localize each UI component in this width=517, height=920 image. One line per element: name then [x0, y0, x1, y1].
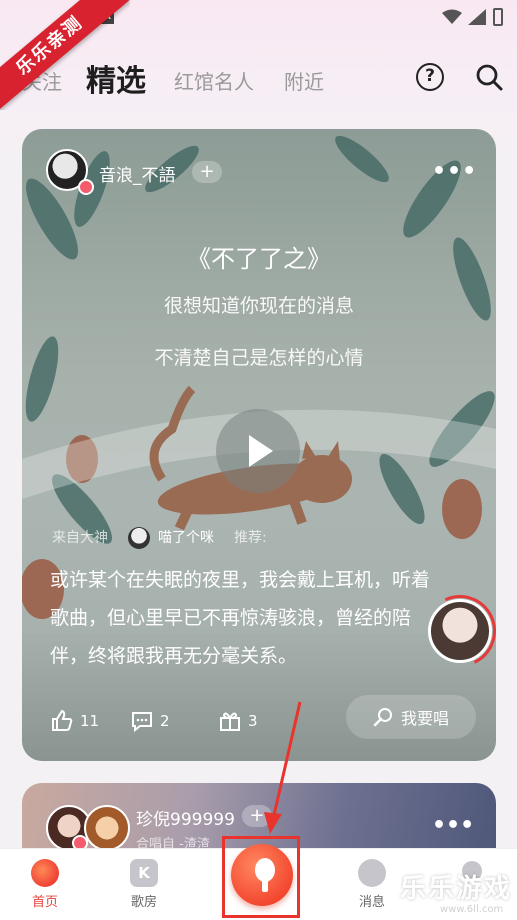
comment-button[interactable]: 2: [130, 709, 170, 733]
k-room-icon: K: [130, 859, 158, 887]
singer-avatar[interactable]: [428, 599, 492, 663]
watermark-text: 乐乐游戏: [400, 874, 513, 904]
partner-avatar[interactable]: [84, 805, 130, 851]
nav-rooms-label: 歌房: [130, 895, 157, 910]
post-description: 或许某个在失眠的夜里，我会戴上耳机，听着歌曲，但心里早已不再惊涛骇浪，曾经的陪伴…: [50, 569, 431, 667]
thumbs-up-icon: [52, 709, 73, 731]
wifi-icon: [442, 9, 462, 24]
microphone-icon: [373, 708, 392, 727]
record-button[interactable]: [231, 844, 293, 906]
play-icon: [249, 435, 273, 467]
comment-count: 2: [160, 712, 170, 730]
nav-home[interactable]: 首页: [5, 849, 85, 910]
search-icon[interactable]: [474, 62, 504, 92]
recommend-suffix: 推荐:: [234, 530, 267, 546]
like-button[interactable]: 11: [50, 709, 99, 733]
feed-card[interactable]: 音浪_不語 + ••• 《不了了之》 很想知道你现在的消息 不清楚自己是怎样的心…: [22, 129, 496, 761]
gift-icon: [220, 712, 240, 731]
nav-home-label: 首页: [31, 895, 58, 910]
recommender-name[interactable]: 喵了个咪: [158, 527, 214, 547]
comment-icon: [132, 712, 152, 733]
record-button-highlight[interactable]: [222, 836, 300, 918]
follow-button[interactable]: +: [192, 161, 222, 183]
sing-label: 我要唱: [400, 709, 449, 728]
author-name[interactable]: 音浪_不語: [99, 161, 176, 186]
corner-ribbon: 乐乐亲测: [0, 0, 130, 110]
sing-button[interactable]: 我要唱: [346, 695, 476, 739]
lyric-line-1: 很想知道你现在的消息: [163, 295, 354, 317]
help-icon[interactable]: ?: [416, 63, 444, 91]
microphone-stem: [262, 880, 268, 892]
like-count: 11: [80, 712, 100, 730]
more-icon[interactable]: •••: [432, 159, 477, 184]
recommend-prefix: 来自大神: [52, 530, 108, 546]
tab-celebrities[interactable]: 红馆名人: [174, 66, 254, 95]
nav-rooms[interactable]: K 歌房: [104, 849, 184, 910]
watermark-url: www.6ll.com: [440, 904, 504, 915]
message-icon: [358, 859, 386, 887]
microphone-icon: [255, 858, 275, 882]
gift-count: 3: [248, 712, 258, 730]
planet-icon: [31, 859, 59, 887]
signal-icon: [468, 9, 486, 25]
lyric-line-2: 不清楚自己是怎样的心情: [154, 347, 364, 369]
author-name-2[interactable]: 珍倪999999: [136, 805, 235, 830]
follow-button-2[interactable]: +: [242, 805, 272, 827]
vip-badge-icon: [78, 179, 94, 195]
more-icon-2[interactable]: •••: [432, 813, 474, 838]
song-title: 《不了了之》: [187, 245, 331, 273]
gift-button[interactable]: 3: [218, 709, 258, 733]
tab-nearby[interactable]: 附近: [284, 66, 324, 95]
recommender-avatar[interactable]: [128, 527, 150, 549]
ribbon-label: 乐乐亲测: [0, 0, 130, 110]
play-button[interactable]: [216, 409, 300, 493]
battery-icon: [493, 8, 503, 26]
